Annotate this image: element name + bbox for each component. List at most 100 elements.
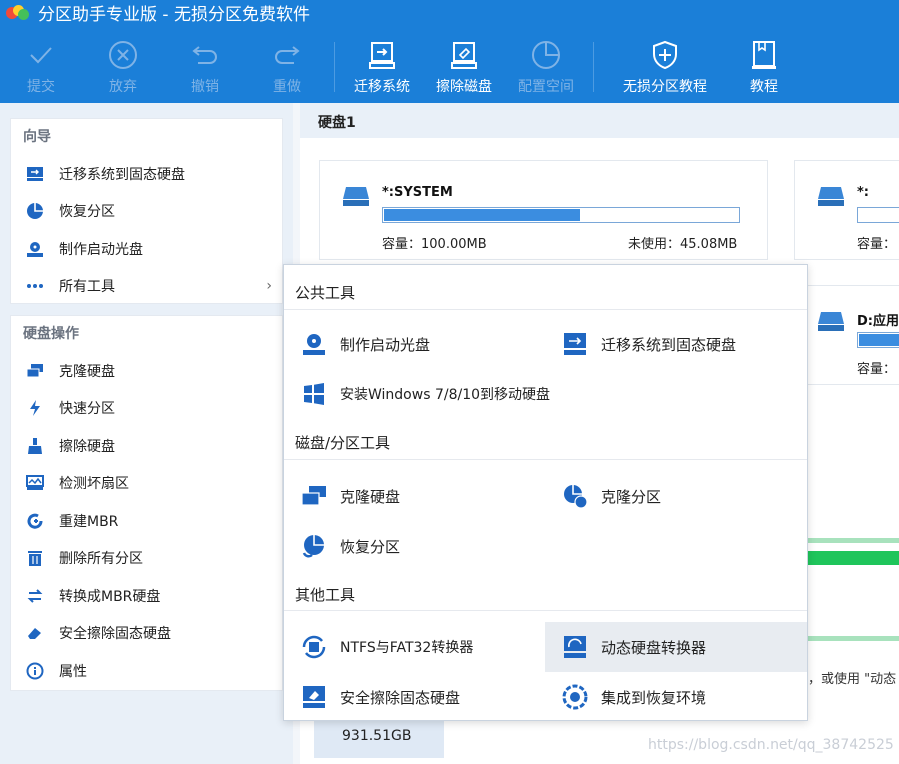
- sidebar-item-label: 迁移系统到固态硬盘: [59, 166, 185, 183]
- sidebar-item-boot-disc[interactable]: 制作启动光盘: [11, 230, 282, 268]
- boot-disc-icon: [25, 239, 45, 259]
- sidebar-item-migrate-ssd[interactable]: 迁移系统到固态硬盘: [11, 155, 282, 193]
- sidebar-item-label: 重建MBR: [59, 513, 119, 530]
- sidebar-item-label: 转换成MBR硬盘: [59, 588, 161, 605]
- partition-capacity: 容量：: [857, 237, 897, 252]
- sidebar-item-wipe-disk[interactable]: 擦除硬盘: [11, 427, 282, 465]
- sidebar-item-all-tools[interactable]: 所有工具 ›: [11, 268, 282, 306]
- menu-item-label: 克隆分区: [601, 487, 662, 506]
- partition-card-d[interactable]: D:应用 容量：: [794, 285, 899, 385]
- partition-name: *:SYSTEM: [382, 185, 453, 200]
- menu-item-label: 安全擦除固态硬盘: [340, 688, 461, 707]
- section-divider: [284, 610, 807, 611]
- menu-item-label: 恢复分区: [340, 537, 401, 556]
- shield-icon: [648, 38, 682, 72]
- section-divider: [284, 459, 807, 460]
- secure-erase-icon: [25, 623, 45, 643]
- wipe-disk-label: 擦除磁盘: [436, 79, 492, 95]
- sidebar-item-rebuild-mbr[interactable]: 重建MBR: [11, 502, 282, 540]
- menu-item-install-windows[interactable]: 安装Windows 7/8/10到移动硬盘: [284, 372, 684, 416]
- partition-usage-bar: [857, 332, 899, 348]
- sidebar-item-label: 制作启动光盘: [59, 241, 143, 258]
- redo-icon: [270, 38, 304, 72]
- menu-item-ntfs-fat32[interactable]: NTFS与FAT32转换器: [284, 625, 545, 669]
- more-dots-icon: [25, 276, 45, 296]
- sidebar-item-label: 检测坏扇区: [59, 476, 129, 493]
- section-title-common: 公共工具: [295, 284, 356, 302]
- partition-capacity: 容量：100.00MB: [382, 237, 487, 252]
- sidebar-item-label: 擦除硬盘: [59, 438, 115, 455]
- sidebar-item-label: 删除所有分区: [59, 551, 143, 568]
- clone-disk-icon: [300, 482, 328, 510]
- partition-usage-bar: [382, 207, 740, 223]
- discard-label: 放弃: [109, 79, 137, 95]
- wipe-disk-button[interactable]: 擦除磁盘: [423, 34, 505, 100]
- redo-label: 重做: [273, 79, 301, 95]
- title-toolbar-bar: 分区助手专业版 - 无损分区免费软件 提交 放弃 撤销 重做 迁移系统 擦除磁盘…: [0, 0, 899, 103]
- window-title-area: 分区助手专业版 - 无损分区免费软件: [6, 0, 310, 25]
- menu-item-clone-disk[interactable]: 克隆硬盘: [284, 474, 545, 518]
- menu-item-label: 克隆硬盘: [340, 487, 401, 506]
- recover-partition-icon: [25, 201, 45, 221]
- menu-item-label: 安装Windows 7/8/10到移动硬盘: [340, 387, 551, 403]
- info-icon: [25, 661, 45, 681]
- all-tools-popup: 公共工具 制作启动光盘 迁移系统到固态硬盘 安装Windows 7/8/10到移…: [283, 264, 808, 721]
- drive-icon: [342, 185, 370, 207]
- redo-button[interactable]: 重做: [246, 34, 328, 100]
- sidebar-item-bad-sector[interactable]: 检测坏扇区: [11, 465, 282, 503]
- partition-name: D:应用: [857, 314, 899, 329]
- disk-strip: [808, 636, 899, 641]
- allocate-space-button[interactable]: 配置空间: [505, 34, 587, 100]
- partition-card-system[interactable]: *:SYSTEM 容量：100.00MB 未使用：45.08MB: [319, 160, 768, 260]
- submit-button[interactable]: 提交: [0, 34, 82, 100]
- undo-button[interactable]: 撤销: [164, 34, 246, 100]
- partition-tutorial-button[interactable]: 无损分区教程: [600, 34, 730, 100]
- clone-partition-icon: [561, 482, 589, 510]
- sidebar-item-quick-partition[interactable]: 快速分区: [11, 390, 282, 428]
- sidebar-item-convert-mbr[interactable]: 转换成MBR硬盘: [11, 577, 282, 615]
- discard-button[interactable]: 放弃: [82, 34, 164, 100]
- menu-item-boot-disc[interactable]: 制作启动光盘: [284, 322, 545, 366]
- menu-item-recover-partition[interactable]: 恢复分区: [284, 524, 545, 568]
- menu-item-recovery-env[interactable]: 集成到恢复环境: [545, 675, 807, 719]
- disk-header: 硬盘1: [300, 103, 899, 138]
- disk-usage-strip: [808, 551, 899, 565]
- partition-unused: 未使用：45.08MB: [628, 237, 738, 252]
- partition-usage-fill: [859, 334, 899, 346]
- tutorial-icon: [747, 38, 781, 72]
- disk-size: 931.51GB: [314, 718, 444, 758]
- sidebar-item-secure-erase[interactable]: 安全擦除固态硬盘: [11, 615, 282, 653]
- sidebar-item-delete-all[interactable]: 删除所有分区: [11, 540, 282, 578]
- sidebar-item-label: 所有工具: [59, 279, 115, 296]
- partition-usage-fill: [384, 209, 580, 221]
- sidebar-item-clone-disk[interactable]: 克隆硬盘: [11, 352, 282, 390]
- guide-title: 向导: [23, 129, 51, 145]
- section-title-disk-tools: 磁盘/分区工具: [295, 434, 391, 452]
- sidebar-item-label: 克隆硬盘: [59, 363, 115, 380]
- section-divider: [284, 309, 807, 310]
- migrate-os-button[interactable]: 迁移系统: [341, 34, 423, 100]
- partition-tutorial-label: 无损分区教程: [623, 79, 707, 95]
- partition-capacity: 容量：: [857, 362, 897, 377]
- sidebar-item-recover-partition[interactable]: 恢复分区: [11, 193, 282, 231]
- menu-item-clone-partition[interactable]: 克隆分区: [545, 474, 807, 518]
- undo-label: 撤销: [191, 79, 219, 95]
- recovery-env-icon: [561, 683, 589, 711]
- convert-icon: [25, 586, 45, 606]
- menu-item-secure-erase[interactable]: 安全擦除固态硬盘: [284, 675, 545, 719]
- migrate-ssd-icon: [25, 164, 45, 184]
- toolbar: 提交 放弃 撤销 重做 迁移系统 擦除磁盘 配置空间 无损分区教程 教程: [0, 34, 899, 100]
- sidebar-item-properties[interactable]: 属性: [11, 652, 282, 690]
- menu-item-dynamic-disk[interactable]: 动态硬盘转换器: [545, 622, 807, 672]
- sidebar-item-label: 属性: [59, 663, 87, 680]
- migrate-ssd-icon: [561, 330, 589, 358]
- recover-partition-icon: [300, 532, 328, 560]
- quick-partition-icon: [25, 398, 45, 418]
- partition-card-star[interactable]: *: 容量：: [794, 160, 899, 260]
- dynamic-disk-icon: [561, 633, 589, 661]
- sidebar-item-label: 恢复分区: [59, 204, 115, 221]
- menu-item-migrate-ssd[interactable]: 迁移系统到固态硬盘: [545, 322, 807, 366]
- windows-icon: [300, 380, 328, 408]
- tutorial-button[interactable]: 教程: [730, 34, 798, 100]
- partition-name: *:: [857, 185, 869, 200]
